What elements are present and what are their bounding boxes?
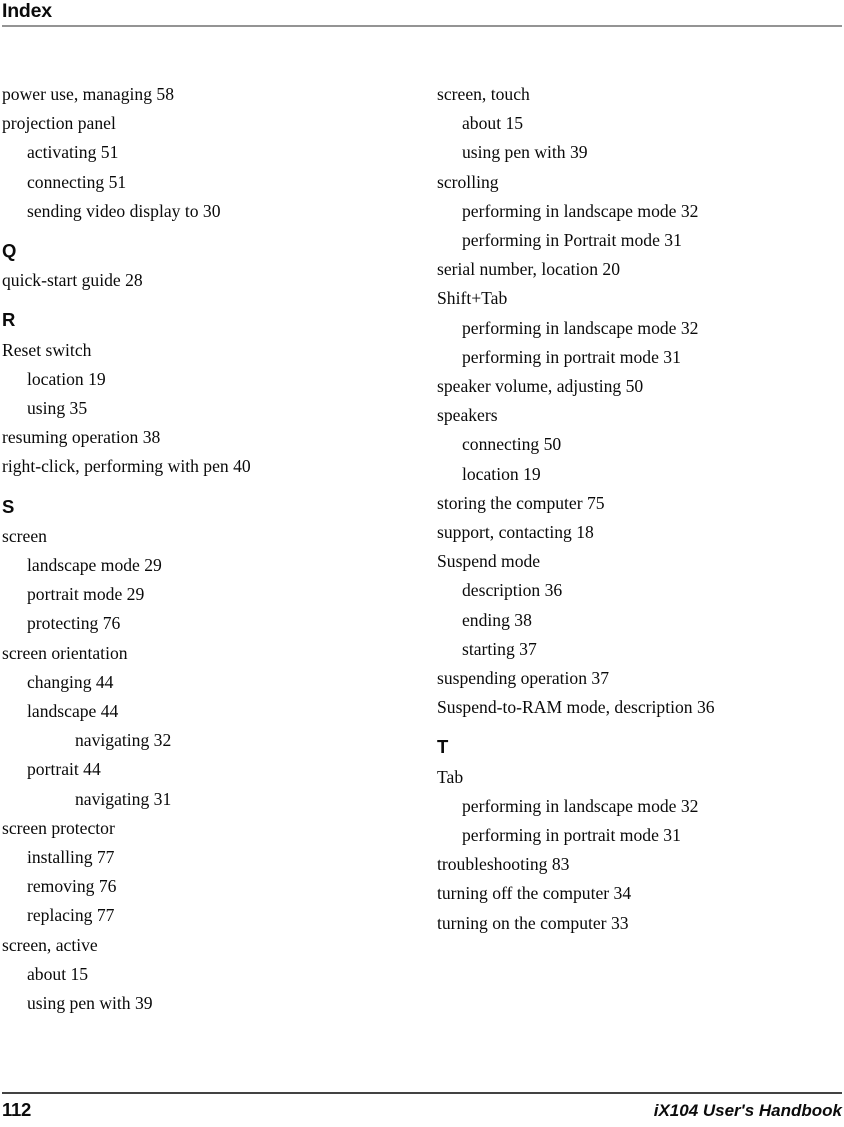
index-entry-level-1[interactable]: using 35	[2, 394, 392, 423]
index-entry-level-1[interactable]: connecting 50	[437, 430, 827, 459]
index-entry-level-0[interactable]: projection panel	[2, 109, 392, 138]
index-entry-level-1[interactable]: landscape 44	[2, 697, 392, 726]
page-number: 112	[2, 1099, 31, 1120]
index-page: Index power use, managing 58 projection p…	[0, 0, 844, 1127]
index-entry-level-2[interactable]: navigating 31	[2, 785, 392, 814]
index-entry-level-0[interactable]: storing the computer 75	[437, 489, 827, 518]
index-entry-level-1[interactable]: performing in landscape mode 32	[437, 792, 827, 821]
index-entry-level-1[interactable]: portrait mode 29	[2, 580, 392, 609]
index-entry-level-0[interactable]: Tab	[437, 763, 827, 792]
index-entry-level-1[interactable]: performing in landscape mode 32	[437, 197, 827, 226]
index-entry-level-1[interactable]: portrait 44	[2, 755, 392, 784]
index-entry-level-0[interactable]: Shift+Tab	[437, 284, 827, 313]
index-section-letter: Q	[2, 240, 17, 262]
index-entry-level-0[interactable]: serial number, location 20	[437, 255, 827, 284]
index-entry-level-1[interactable]: activating 51	[2, 138, 392, 167]
index-entry-level-1[interactable]: removing 76	[2, 872, 392, 901]
index-entry-level-1[interactable]: changing 44	[2, 668, 392, 697]
index-entry-level-1[interactable]: using pen with 39	[2, 989, 392, 1018]
index-entry-level-0[interactable]: Suspend-to-RAM mode, description 36	[437, 693, 827, 722]
header-divider	[2, 25, 842, 27]
index-entry-level-0[interactable]: screen, touch	[437, 80, 827, 109]
index-entry-level-0[interactable]: screen	[2, 522, 392, 551]
index-entry-level-1[interactable]: sending video display to 30	[2, 197, 392, 226]
index-entry-level-0[interactable]: speakers	[437, 401, 827, 430]
index-entry-level-1[interactable]: location 19	[437, 460, 827, 489]
index-entry-level-0[interactable]: scrolling	[437, 168, 827, 197]
document-title: iX104 User's Handbook	[653, 1101, 842, 1120]
index-entry-level-0[interactable]: turning on the computer 33	[437, 909, 827, 938]
index-entry-level-1[interactable]: connecting 51	[2, 168, 392, 197]
index-entry-level-1[interactable]: about 15	[2, 960, 392, 989]
index-entry-level-0[interactable]: quick-start guide 28	[2, 266, 392, 295]
page-title: Index	[2, 0, 52, 22]
index-entry-level-1[interactable]: protecting 76	[2, 609, 392, 638]
index-entry-level-1[interactable]: using pen with 39	[437, 138, 827, 167]
index-entry-level-0[interactable]: Suspend mode	[437, 547, 827, 576]
index-entry-level-0[interactable]: troubleshooting 83	[437, 850, 827, 879]
index-entry-level-1[interactable]: performing in portrait mode 31	[437, 343, 827, 372]
index-entry-level-0[interactable]: speaker volume, adjusting 50	[437, 372, 827, 401]
index-entry-level-1[interactable]: installing 77	[2, 843, 392, 872]
index-entry-level-1[interactable]: performing in portrait mode 31	[437, 821, 827, 850]
index-entry-level-0[interactable]: turning off the computer 34	[437, 879, 827, 908]
index-entry-level-0[interactable]: support, contacting 18	[437, 518, 827, 547]
index-entry-level-0[interactable]: suspending operation 37	[437, 664, 827, 693]
page-footer: 112 iX104 User's Handbook	[0, 1092, 844, 1127]
index-entry-level-1[interactable]: landscape mode 29	[2, 551, 392, 580]
index-section-letter: T	[437, 736, 449, 758]
index-entry-level-1[interactable]: location 19	[2, 365, 392, 394]
footer-divider	[2, 1092, 842, 1094]
index-entry-level-1[interactable]: replacing 77	[2, 901, 392, 930]
index-entry-level-0[interactable]: screen protector	[2, 814, 392, 843]
index-entry-level-1[interactable]: starting 37	[437, 635, 827, 664]
index-section-letter: S	[2, 495, 15, 517]
index-entry-level-0[interactable]: power use, managing 58	[2, 80, 392, 109]
index-column-right: screen, touch about 15 using pen with 39 sc…	[437, 80, 827, 938]
index-entry-level-0[interactable]: Reset switch	[2, 336, 392, 365]
index-column-left: power use, managing 58 projection panel ac…	[2, 80, 392, 1018]
index-entry-level-1[interactable]: about 15	[437, 109, 827, 138]
index-entry-level-1[interactable]: ending 38	[437, 606, 827, 635]
index-section-letter: R	[2, 309, 16, 331]
index-entry-level-2[interactable]: navigating 32	[2, 726, 392, 755]
index-entry-level-1[interactable]: performing in landscape mode 32	[437, 314, 827, 343]
index-entry-level-0[interactable]: resuming operation 38	[2, 423, 392, 452]
index-entry-level-1[interactable]: performing in Portrait mode 31	[437, 226, 827, 255]
index-entry-level-0[interactable]: right-click, performing with pen 40	[2, 452, 392, 481]
index-entry-level-0[interactable]: screen, active	[2, 931, 392, 960]
index-entry-level-1[interactable]: description 36	[437, 576, 827, 605]
index-entry-level-0[interactable]: screen orientation	[2, 639, 392, 668]
